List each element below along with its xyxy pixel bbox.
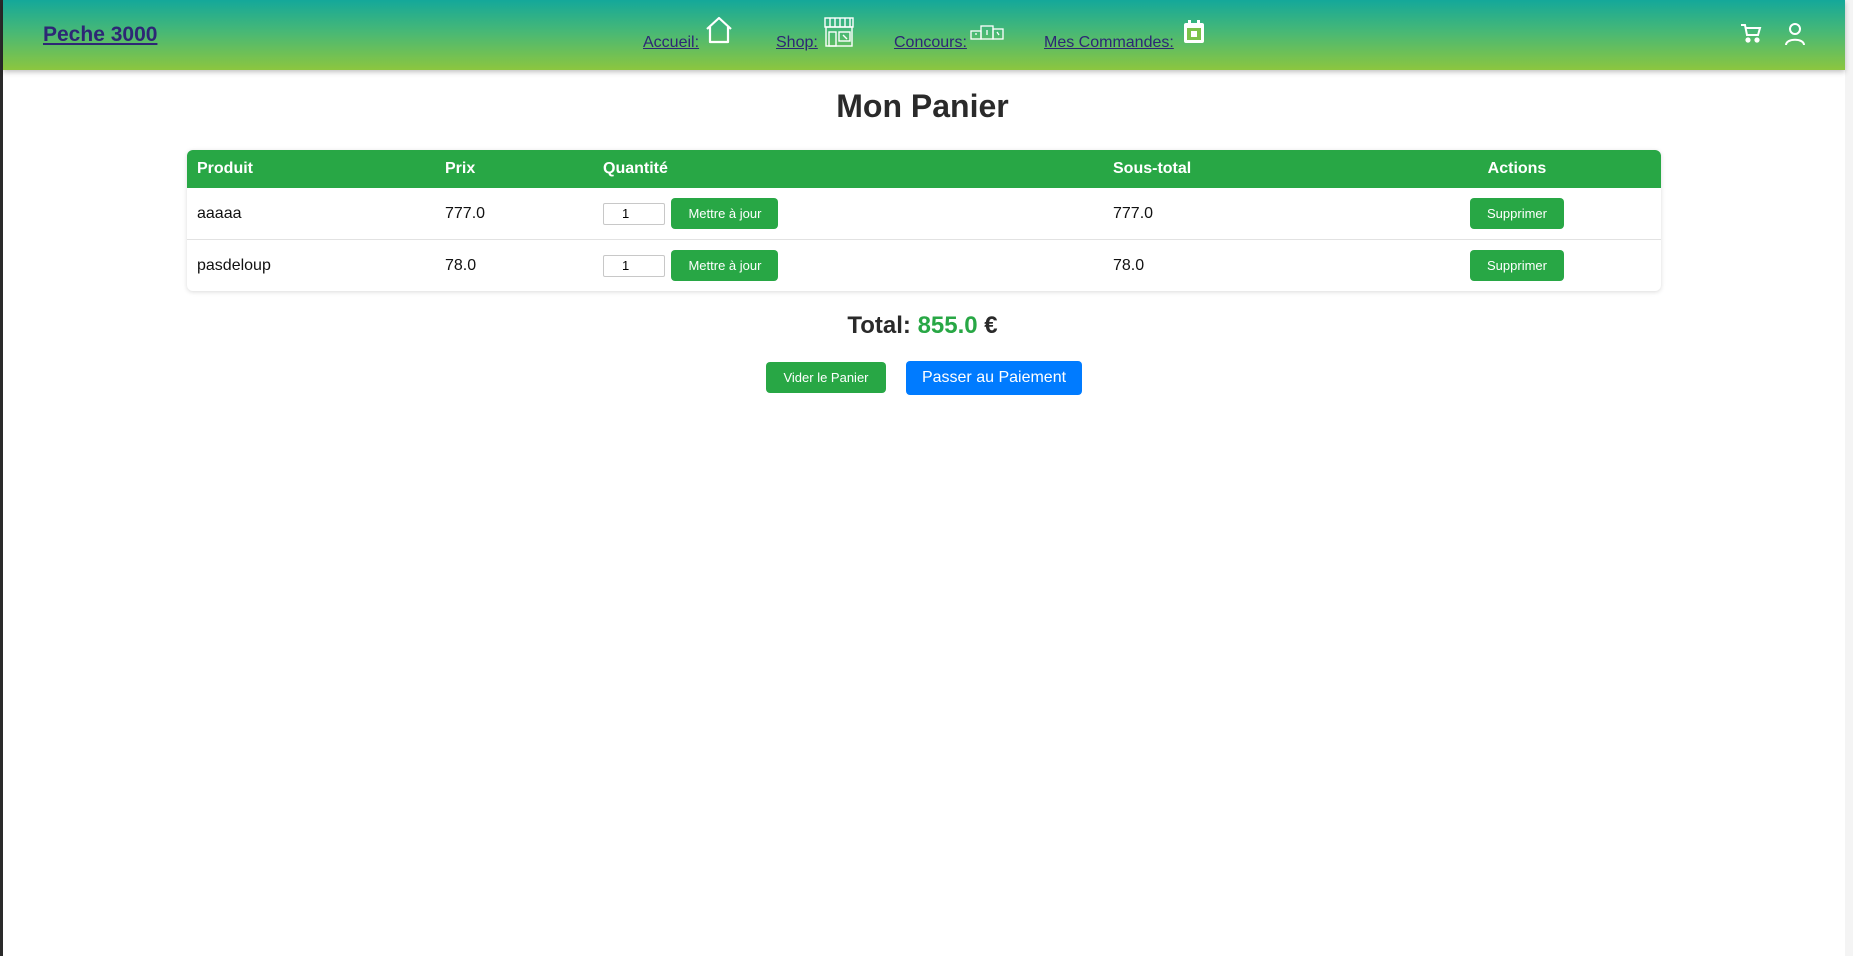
delete-item-button[interactable]: Supprimer	[1470, 250, 1564, 281]
checkout-button[interactable]: Passer au Paiement	[906, 361, 1082, 395]
nav-link-concours[interactable]: Concours:	[894, 34, 967, 52]
total-amount: 855.0	[917, 312, 978, 339]
product-subtotal: 78.0	[1113, 256, 1145, 274]
actions-cell: Supprimer	[1373, 188, 1661, 240]
column-header-sous-total: Sous-total	[1113, 160, 1192, 177]
window-edge-left	[0, 0, 3, 956]
user-icon[interactable]	[1784, 22, 1806, 51]
page-title: Mon Panier	[836, 88, 1009, 124]
column-header-prix: Prix	[445, 160, 476, 177]
quantity-input[interactable]	[603, 254, 665, 277]
empty-cart-button[interactable]: Vider le Panier	[766, 362, 886, 393]
product-price: 78.0	[445, 256, 477, 274]
update-quantity-button[interactable]: Mettre à jour	[671, 250, 779, 281]
cart-table: Produit Prix Quantité Sous-total Actions…	[187, 150, 1661, 291]
calendar-icon[interactable]	[1183, 20, 1205, 44]
delete-item-button[interactable]: Supprimer	[1470, 198, 1564, 229]
quantity-cell: Mettre à jour	[593, 240, 1103, 292]
product-price: 777.0	[435, 188, 593, 240]
column-header-produit: Produit	[197, 160, 253, 177]
home-icon[interactable]	[704, 16, 734, 44]
nav-link-shop[interactable]: Shop:	[776, 34, 818, 52]
cart-total: Total: 855.0 €	[0, 312, 1845, 340]
shop-icon[interactable]	[823, 16, 855, 48]
product-name: pasdeloup	[197, 256, 271, 274]
nav-link-accueil[interactable]: Accueil:	[643, 34, 699, 52]
nav-link-mes-commandes[interactable]: Mes Commandes:	[1044, 34, 1174, 52]
table-row: aaaaa 777.0 Mettre à jour 777.0 Supprime…	[187, 188, 1661, 240]
cart-icon[interactable]	[1740, 22, 1762, 49]
actions-cell: Supprimer	[1373, 240, 1661, 292]
column-header-actions: Actions	[1487, 160, 1547, 177]
column-header-quantite: Quantité	[603, 160, 668, 177]
brand-link[interactable]: Peche 3000	[43, 23, 157, 47]
currency-symbol: €	[984, 312, 998, 339]
window-edge-right	[1845, 0, 1853, 956]
podium-icon[interactable]	[970, 24, 1004, 40]
update-quantity-button[interactable]: Mettre à jour	[671, 198, 779, 229]
quantity-cell: Mettre à jour	[593, 188, 1103, 240]
top-navbar: Peche 3000 Accueil: Shop: Concours: Mes …	[3, 0, 1845, 70]
quantity-input[interactable]	[603, 202, 665, 225]
product-name: aaaaa	[187, 188, 435, 240]
cart-table-container: Produit Prix Quantité Sous-total Actions…	[187, 150, 1661, 291]
table-row: pasdeloup 78.0 Mettre à jour 78.0 Suppri…	[187, 240, 1661, 292]
table-header-row: Produit Prix Quantité Sous-total Actions	[187, 150, 1661, 188]
product-subtotal: 777.0	[1103, 188, 1373, 240]
total-label: Total:	[847, 312, 911, 339]
